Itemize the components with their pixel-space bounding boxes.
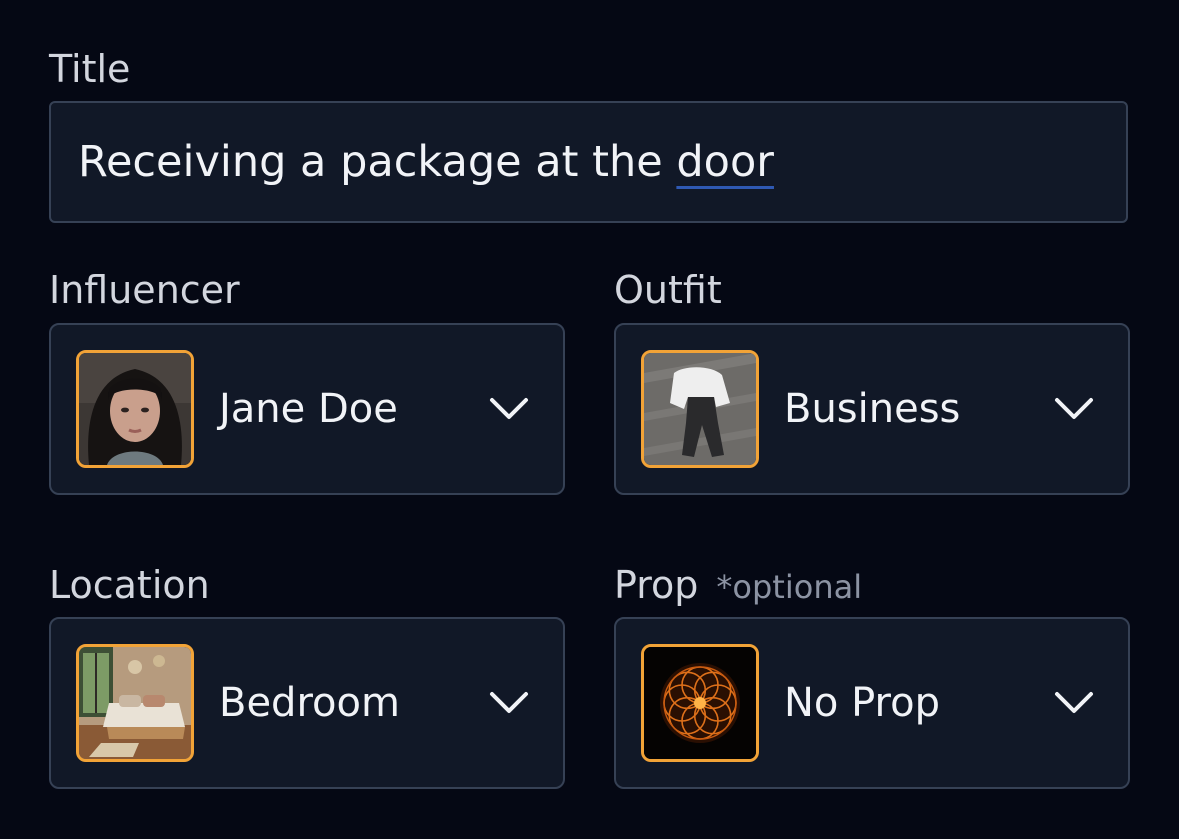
title-input-text: Receiving a package at the <box>78 137 677 187</box>
prop-value: No Prop <box>784 680 940 726</box>
influencer-label: Influencer <box>49 268 240 312</box>
prop-label: Prop *optional <box>614 566 862 604</box>
prop-select[interactable]: No Prop <box>614 617 1130 789</box>
portrait-photo <box>79 353 191 465</box>
outfit-label: Outfit <box>614 268 722 312</box>
location-thumbnail <box>76 644 194 762</box>
outfit-value: Business <box>784 386 961 432</box>
location-select[interactable]: Bedroom <box>49 617 565 789</box>
outfit-photo <box>644 353 756 465</box>
title-input-flagged-word: door <box>676 137 774 187</box>
chevron-down-icon <box>1054 691 1094 715</box>
create-form: Title Receiving a package at the door In… <box>0 0 1179 839</box>
bedroom-photo <box>79 647 191 759</box>
prop-optional-note: *optional <box>716 568 863 606</box>
location-value: Bedroom <box>219 680 400 726</box>
chevron-down-icon <box>489 397 529 421</box>
mandala-image <box>644 647 756 759</box>
location-label: Location <box>49 563 210 607</box>
prop-thumbnail <box>641 644 759 762</box>
outfit-thumbnail <box>641 350 759 468</box>
chevron-down-icon <box>1054 397 1094 421</box>
title-input[interactable]: Receiving a package at the door <box>49 101 1128 223</box>
chevron-down-icon <box>489 691 529 715</box>
influencer-value: Jane Doe <box>219 386 398 432</box>
outfit-select[interactable]: Business <box>614 323 1130 495</box>
title-label: Title <box>49 47 131 91</box>
influencer-select[interactable]: Jane Doe <box>49 323 565 495</box>
prop-label-text: Prop <box>614 563 699 607</box>
influencer-thumbnail <box>76 350 194 468</box>
